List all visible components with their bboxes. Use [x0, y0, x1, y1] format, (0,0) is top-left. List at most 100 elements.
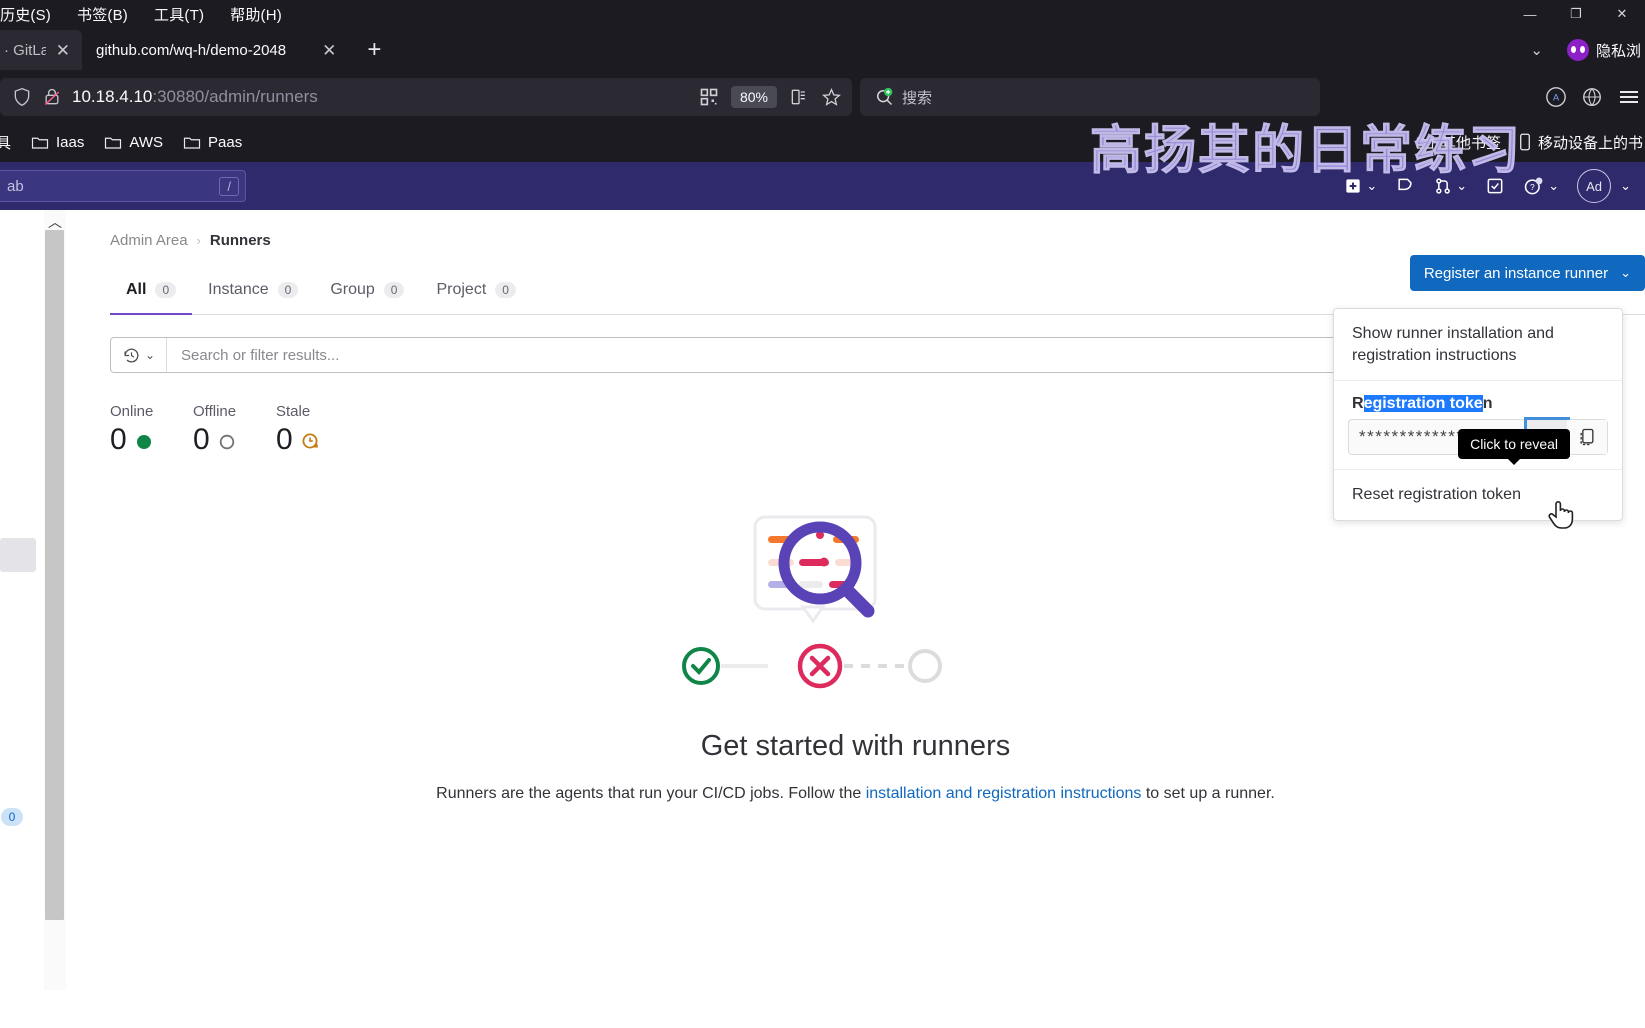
stat-online: Online 0: [110, 403, 193, 455]
menu-item-bookmarks[interactable]: 书签(B): [77, 4, 128, 25]
bookmark-label: 移动设备上的书: [1537, 134, 1643, 152]
tab-count: 0: [277, 282, 299, 298]
bookmark-label: 具: [0, 134, 12, 152]
register-instance-runner-button[interactable]: Register an instance runner ⌄: [1409, 255, 1645, 291]
user-menu[interactable]: Ad ⌄: [1571, 163, 1637, 209]
register-button-label: Register an instance runner: [1423, 264, 1609, 282]
sidebar-count-badge: 0: [1, 808, 23, 826]
tab-count: 0: [155, 282, 177, 298]
merge-requests-dropdown[interactable]: ⌄: [1427, 170, 1473, 202]
stat-offline: Offline 0: [193, 403, 276, 455]
bookmark-item-partial[interactable]: 具: [0, 132, 11, 153]
gitlab-search-placeholder: ab: [7, 177, 24, 195]
dropdown-item-show-instructions[interactable]: Show runner installation and registratio…: [1334, 309, 1622, 380]
stat-value: 0: [110, 423, 127, 456]
tab-instance[interactable]: Instance 0: [192, 271, 314, 315]
browser-tab-gitlab[interactable]: · GitLab ✕: [0, 30, 82, 70]
breadcrumb: Admin Area › Runners: [66, 210, 1645, 249]
todo-check-icon: [1487, 178, 1503, 194]
bookmark-item-mobile-bookmarks[interactable]: 移动设备上的书: [1519, 132, 1643, 153]
breadcrumb-admin-area[interactable]: Admin Area: [110, 232, 188, 249]
lock-broken-icon[interactable]: [42, 86, 62, 108]
chevron-down-icon: ⌄: [1620, 178, 1631, 193]
bookmark-item-iaas[interactable]: Iaas: [31, 134, 84, 151]
tab-group[interactable]: Group 0: [314, 271, 420, 315]
tab-all[interactable]: All 0: [110, 271, 193, 315]
bookmark-label: AWS: [129, 133, 163, 151]
gitlab-top-navbar: ab / ⌄ ⌄ ? ⌄ Ad ⌄: [0, 162, 1645, 210]
menu-item-history[interactable]: 历史(S): [0, 4, 51, 25]
extensions-icon[interactable]: [1581, 86, 1603, 108]
close-window-button[interactable]: ✕: [1599, 0, 1645, 28]
menu-item-help[interactable]: 帮助(H): [230, 4, 282, 25]
stat-value: 0: [276, 423, 293, 456]
url-text: 10.18.4.10:30880/admin/runners: [72, 87, 689, 107]
page-scrollbar-thumb[interactable]: [45, 230, 64, 920]
page-body: 0 ︿ Admin Area › Runners All 0 Instance …: [0, 210, 1645, 990]
browser-search-placeholder: 搜索: [902, 89, 933, 107]
status-offline-circle-icon: [219, 434, 234, 450]
address-bar-icons: 80%: [699, 86, 852, 108]
dropdown-item-reset-token[interactable]: Reset registration token: [1334, 470, 1622, 520]
bookmark-label: Paas: [208, 133, 243, 151]
chevron-down-icon[interactable]: ⌄: [1520, 41, 1553, 59]
qr-code-icon[interactable]: [699, 87, 719, 107]
url-path: :30880/admin/runners: [152, 87, 318, 106]
mouse-cursor-pointer: [1548, 501, 1574, 529]
zoom-level-indicator[interactable]: 80%: [730, 86, 777, 108]
chevron-down-icon: ⌄: [144, 348, 156, 362]
bookmark-label: 其他书签: [1440, 134, 1501, 152]
tab-project[interactable]: Project 0: [420, 271, 531, 315]
filter-placeholder: Search or filter results...: [181, 346, 340, 364]
hamburger-menu-icon[interactable]: [1617, 85, 1641, 109]
address-bar[interactable]: 10.18.4.10:30880/admin/runners 80%: [0, 78, 852, 116]
shield-icon: [14, 87, 30, 107]
browser-search-box[interactable]: 搜索: [860, 78, 1320, 116]
todos-button[interactable]: [1479, 170, 1511, 202]
new-item-dropdown[interactable]: ⌄: [1337, 170, 1383, 202]
stat-value-row: 0: [193, 425, 276, 455]
folder-icon: [183, 137, 201, 149]
menu-item-tools[interactable]: 工具(T): [154, 4, 204, 25]
bookmark-item-other-bookmarks[interactable]: 其他书签: [1416, 132, 1501, 153]
minimize-button[interactable]: —: [1507, 0, 1553, 28]
account-icon[interactable]: A: [1545, 86, 1567, 108]
private-browsing-label: 隐私浏: [1595, 42, 1641, 60]
installation-instructions-link[interactable]: installation and registration instructio…: [866, 785, 1142, 802]
browser-chrome: 历史(S) 书签(B) 工具(T) 帮助(H) — ❐ ✕ · GitLab ✕…: [0, 0, 1645, 181]
page-content: Admin Area › Runners All 0 Instance 0 Gr…: [66, 210, 1645, 990]
bookmark-item-aws[interactable]: AWS: [104, 134, 163, 151]
tab-label: Group: [330, 281, 375, 298]
private-browsing-badge: 隐私浏: [1566, 39, 1641, 61]
gitlab-navbar-actions: ⌄ ⌄ ? ⌄ Ad ⌄: [1337, 162, 1637, 210]
status-stale-clock-icon: [302, 433, 318, 449]
bookmark-item-paas[interactable]: Paas: [183, 134, 242, 151]
close-icon[interactable]: ✕: [322, 42, 336, 59]
tab-title: · GitLab: [4, 41, 46, 59]
new-tab-button[interactable]: +: [356, 32, 392, 68]
tab-count: 0: [495, 282, 516, 298]
navbar-right-icons: A: [1545, 72, 1641, 122]
issues-button[interactable]: [1389, 170, 1421, 202]
close-icon[interactable]: ✕: [56, 42, 70, 59]
star-icon[interactable]: [821, 87, 842, 108]
restore-button[interactable]: ❐: [1553, 0, 1599, 28]
tabstrip-right-controls: ⌄ 隐私浏: [1520, 28, 1645, 72]
token-label-selected-text: egistration toke: [1363, 395, 1483, 413]
browser-navigation-bar: 10.18.4.10:30880/admin/runners 80% 搜索 A: [0, 72, 1645, 122]
copy-token-button[interactable]: [1567, 420, 1607, 455]
search-icon: [877, 87, 893, 106]
sidebar-collapsed-item[interactable]: [0, 538, 36, 572]
tab-label: All: [126, 281, 147, 298]
help-dropdown[interactable]: ? ⌄: [1517, 169, 1565, 203]
browser-tab-github[interactable]: github.com/wq-h/demo-2048 ✕: [82, 30, 349, 70]
runners-empty-state-illustration: [681, 515, 942, 689]
filter-history-dropdown[interactable]: ⌄: [111, 338, 167, 372]
folder-icon: [1416, 137, 1434, 149]
chevron-up-icon[interactable]: ︿: [48, 212, 62, 232]
gitlab-search-input[interactable]: ab /: [0, 170, 246, 202]
url-host: 10.18.4.10: [72, 87, 153, 106]
mobile-icon: [1520, 133, 1530, 151]
reader-view-icon[interactable]: [789, 87, 809, 107]
avatar: Ad: [1577, 169, 1612, 203]
